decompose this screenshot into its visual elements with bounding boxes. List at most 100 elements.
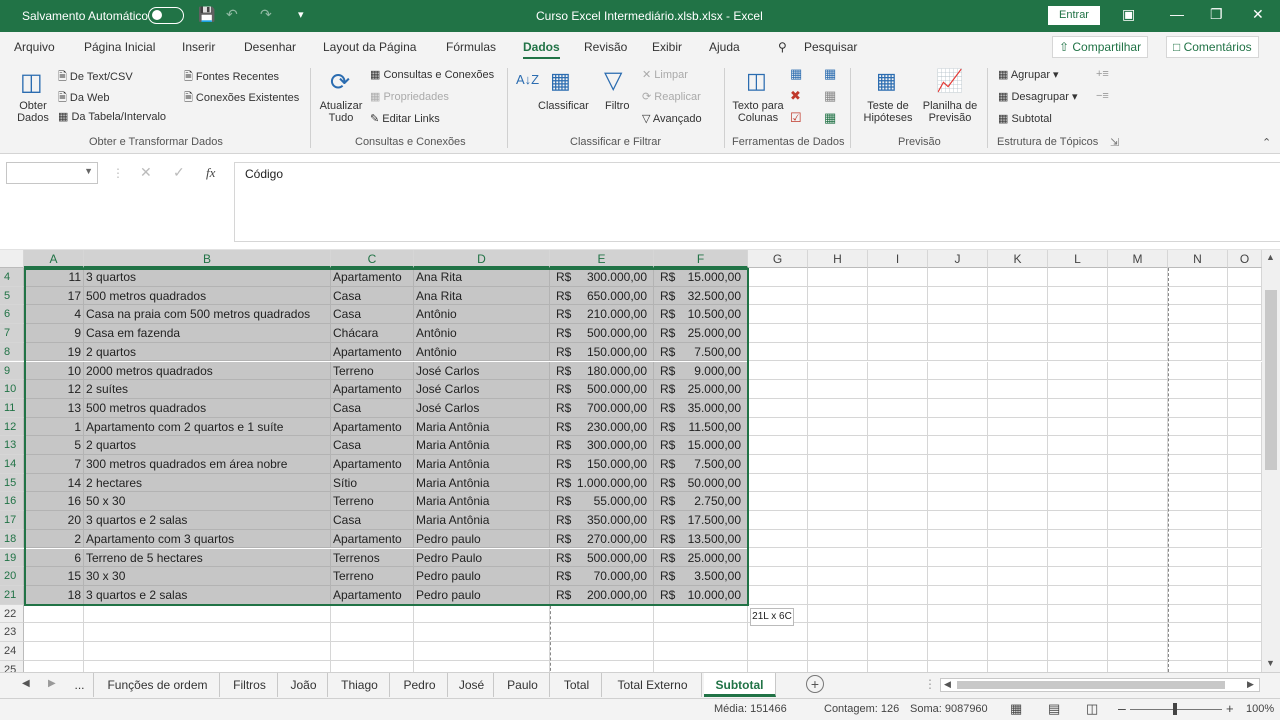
cell-e[interactable]: R$ 180.000,00 — [550, 361, 654, 381]
filter-button[interactable]: Filtro — [605, 100, 629, 112]
row-header[interactable]: 17 — [0, 511, 24, 530]
cell-empty[interactable] — [1168, 455, 1228, 474]
cell-empty[interactable] — [1228, 604, 1262, 624]
show-detail-icon[interactable]: +≡ — [1096, 68, 1109, 80]
cell-empty[interactable] — [1168, 660, 1228, 672]
cell-empty[interactable] — [1168, 642, 1228, 661]
cell-empty[interactable] — [928, 660, 988, 672]
minimize-icon[interactable]: — — [1170, 6, 1184, 22]
sheet-tab[interactable]: Funções de ordem — [96, 673, 220, 697]
cell-a[interactable] — [24, 642, 84, 661]
what-if-button[interactable]: Teste de Hipóteses — [858, 100, 918, 124]
cell-e[interactable] — [550, 660, 654, 672]
cell-empty[interactable] — [808, 324, 868, 343]
cell-empty[interactable] — [868, 286, 928, 306]
cell-empty[interactable] — [808, 398, 868, 418]
cell-d[interactable] — [414, 623, 550, 642]
cell-empty[interactable] — [748, 511, 808, 530]
name-box-dropdown-icon[interactable]: ▼ — [84, 166, 93, 176]
maximize-icon[interactable]: ❐ — [1210, 6, 1223, 23]
cell-empty[interactable] — [1168, 604, 1228, 624]
cell-empty[interactable] — [988, 268, 1048, 287]
cell-a[interactable]: 2 — [24, 529, 84, 549]
cell-e[interactable]: R$ 500.000,00 — [550, 380, 654, 399]
cell-e[interactable] — [550, 604, 654, 624]
cell-empty[interactable] — [1228, 268, 1262, 287]
cell-a[interactable]: 6 — [24, 548, 84, 568]
sheet-tab[interactable]: João — [280, 673, 328, 697]
cell-e[interactable]: R$ 150.000,00 — [550, 342, 654, 362]
cell-e[interactable]: R$ 1.000.000,00 — [550, 473, 654, 493]
sheet-nav-next-icon[interactable]: ▶ — [48, 678, 56, 689]
cell-a[interactable]: 13 — [24, 398, 84, 418]
cell-empty[interactable] — [988, 642, 1048, 661]
cell-empty[interactable] — [1228, 342, 1262, 362]
scroll-up-icon[interactable]: ▲ — [1266, 252, 1275, 262]
column-header-g[interactable]: G — [748, 250, 808, 268]
cell-empty[interactable] — [1048, 268, 1108, 287]
cell-empty[interactable] — [748, 473, 808, 493]
cell-empty[interactable] — [928, 342, 988, 362]
cell-empty[interactable] — [1048, 585, 1108, 605]
column-header-n[interactable]: N — [1168, 250, 1228, 268]
cell-d[interactable]: Antônio — [414, 305, 550, 325]
cell-b[interactable]: Terreno de 5 hectares — [84, 548, 331, 568]
save-icon[interactable]: 💾 — [198, 6, 215, 23]
row-header[interactable]: 13 — [0, 436, 24, 455]
cell-f[interactable] — [654, 660, 748, 672]
cell-b[interactable]: Apartamento com 2 quartos e 1 suíte — [84, 417, 331, 437]
cell-empty[interactable] — [928, 473, 988, 493]
cell-b[interactable]: 2 suítes — [84, 380, 331, 399]
cell-empty[interactable] — [748, 286, 808, 306]
cell-empty[interactable] — [1048, 604, 1108, 624]
cell-d[interactable]: José Carlos — [414, 380, 550, 399]
cell-empty[interactable] — [988, 473, 1048, 493]
cell-empty[interactable] — [928, 324, 988, 343]
relationships-icon[interactable]: ▦ — [824, 88, 836, 104]
cell-empty[interactable] — [868, 417, 928, 437]
cell-empty[interactable] — [1228, 548, 1262, 568]
cell-empty[interactable] — [928, 492, 988, 512]
row-header[interactable]: 12 — [0, 417, 24, 437]
cell-d[interactable]: Maria Antônia — [414, 511, 550, 530]
cell-c[interactable]: Chácara — [331, 324, 414, 343]
search-box[interactable]: Pesquisar — [804, 40, 857, 54]
cell-e[interactable]: R$ 500.000,00 — [550, 548, 654, 568]
ungroup-button[interactable]: ▦ Desagrupar ▾ — [998, 90, 1078, 103]
cell-c[interactable] — [331, 642, 414, 661]
formula-input[interactable]: Código — [234, 162, 1280, 242]
cell-empty[interactable] — [988, 567, 1048, 586]
row-header[interactable]: 6 — [0, 305, 24, 325]
cell-empty[interactable] — [1228, 455, 1262, 474]
cell-e[interactable]: R$ 300.000,00 — [550, 436, 654, 455]
cell-empty[interactable] — [1108, 623, 1168, 642]
cell-c[interactable]: Casa — [331, 398, 414, 418]
cell-empty[interactable] — [988, 324, 1048, 343]
flash-fill-icon[interactable]: ▦ — [790, 66, 802, 82]
cell-b[interactable] — [84, 623, 331, 642]
cell-empty[interactable] — [1048, 623, 1108, 642]
zoom-slider-thumb[interactable] — [1173, 703, 1177, 715]
cell-empty[interactable] — [868, 511, 928, 530]
cell-empty[interactable] — [1228, 380, 1262, 399]
cell-empty[interactable] — [988, 548, 1048, 568]
cell-empty[interactable] — [748, 455, 808, 474]
cell-empty[interactable] — [1168, 623, 1228, 642]
cell-c[interactable]: Casa — [331, 511, 414, 530]
row-header[interactable]: 22 — [0, 604, 24, 624]
cell-empty[interactable] — [988, 380, 1048, 399]
cell-b[interactable]: 30 x 30 — [84, 567, 331, 586]
cell-empty[interactable] — [868, 436, 928, 455]
row-header[interactable]: 21 — [0, 585, 24, 605]
row-header[interactable]: 14 — [0, 455, 24, 474]
row-header[interactable]: 9 — [0, 361, 24, 381]
cell-empty[interactable] — [1168, 286, 1228, 306]
cell-empty[interactable] — [868, 342, 928, 362]
ribbon-display-icon[interactable]: ▣ — [1122, 6, 1135, 23]
row-header[interactable]: 11 — [0, 398, 24, 418]
cell-empty[interactable] — [868, 567, 928, 586]
name-box[interactable]: ▼ — [6, 162, 98, 184]
cell-c[interactable]: Apartamento — [331, 585, 414, 605]
cell-c[interactable]: Apartamento — [331, 342, 414, 362]
cell-b[interactable]: Casa em fazenda — [84, 324, 331, 343]
